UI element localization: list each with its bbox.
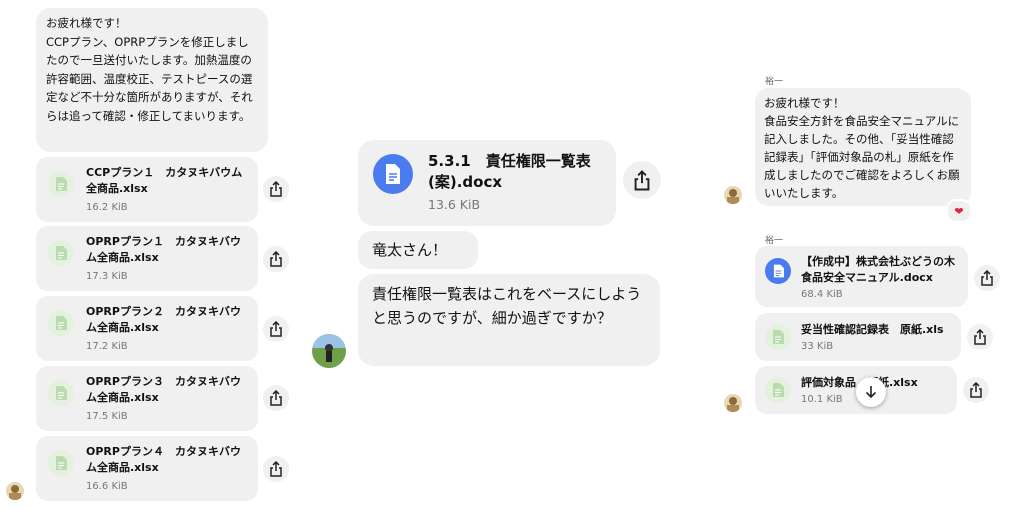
spreadsheet-icon [48,310,74,336]
avatar[interactable] [724,186,742,204]
share-icon [270,390,282,406]
scroll-down-button[interactable] [856,377,886,407]
share-button[interactable] [623,161,661,199]
file-name: 5.3.1 責任権限一覧表 (案).docx [428,152,591,191]
share-icon [974,329,986,345]
file-attachment[interactable]: CCPプラン１ カタヌキバウム全商品.xlsx 16.2 KiB [36,157,258,222]
file-size: 33 KiB [801,341,834,352]
share-icon [270,461,282,477]
file-name: OPRPプラン３ カタヌキバウム全商品.xlsx [86,375,241,404]
avatar[interactable] [312,334,346,368]
file-attachment[interactable]: 【作成中】株式会社ぶどうの木 食品安全マニュアル.docx 68.4 KiB [755,246,968,307]
spreadsheet-icon [48,450,74,476]
file-name: OPRPプラン２ カタヌキバウム全商品.xlsx [86,305,241,334]
file-size: 10.1 KiB [801,394,843,405]
file-size: 17.3 KiB [86,271,128,282]
share-icon [270,251,282,267]
share-button[interactable] [967,324,993,350]
file-attachment[interactable]: 妥当性確認記録表 原紙.xls 33 KiB [755,313,961,361]
arrow-down-icon [865,386,877,399]
file-name: 妥当性確認記録表 原紙.xls [801,323,944,336]
share-button[interactable] [263,316,289,342]
spreadsheet-icon [48,171,74,197]
file-size: 16.2 KiB [86,202,128,213]
spreadsheet-icon [48,380,74,406]
file-attachment[interactable]: OPRPプラン１ カタヌキバウム全商品.xlsx 17.3 KiB [36,226,258,291]
file-name: OPRPプラン４ カタヌキバウム全商品.xlsx [86,445,241,474]
spreadsheet-icon [765,324,791,350]
file-name: CCPプラン１ カタヌキバウム全商品.xlsx [86,166,243,195]
file-size: 17.5 KiB [86,411,128,422]
file-attachment[interactable]: OPRPプラン４ カタヌキバウム全商品.xlsx 16.6 KiB [36,436,258,501]
sender-name: 裕一 [765,77,784,87]
file-attachment[interactable]: OPRPプラン２ カタヌキバウム全商品.xlsx 17.2 KiB [36,296,258,361]
share-button[interactable] [263,246,289,272]
spreadsheet-icon [765,377,791,403]
share-button[interactable] [963,377,989,403]
avatar[interactable] [6,482,24,500]
spreadsheet-icon [48,240,74,266]
share-icon [270,321,282,337]
file-size: 68.4 KiB [801,289,843,300]
message-bubble-left: お疲れ様です！ CCPプラン、OPRPプランを修正しましたので一旦送付いたします… [36,8,268,152]
heart-reaction[interactable]: ❤ [946,199,972,223]
message-bubble: お疲れ様です！ 食品安全方針を食品安全マニュアルに記入しました。その他、「妥当性… [755,88,971,206]
share-icon [970,382,982,398]
file-size: 13.6 KiB [428,197,481,212]
file-size: 17.2 KiB [86,341,128,352]
file-size: 16.6 KiB [86,481,128,492]
file-attachment[interactable]: 5.3.1 責任権限一覧表 (案).docx 13.6 KiB [358,140,616,226]
share-button[interactable] [263,456,289,482]
file-name: OPRPプラン１ カタヌキバウム全商品.xlsx [86,235,241,264]
avatar[interactable] [724,394,742,412]
share-button[interactable] [974,265,1000,291]
file-attachment[interactable]: OPRPプラン３ カタヌキバウム全商品.xlsx 17.5 KiB [36,366,258,431]
message-bubble: 責任権限一覧表はこれをベースにしようと思うのですが、細か過ぎですか？ [358,274,660,366]
file-name: 【作成中】株式会社ぶどうの木 食品安全マニュアル.docx [801,255,955,284]
document-icon [373,154,413,194]
message-bubble: 竜太さん！ [358,231,478,269]
share-icon [270,181,282,197]
sender-name: 裕一 [765,236,784,246]
share-icon [634,169,650,190]
share-button[interactable] [263,176,289,202]
document-icon [765,258,791,284]
share-button[interactable] [263,385,289,411]
share-icon [981,270,993,286]
